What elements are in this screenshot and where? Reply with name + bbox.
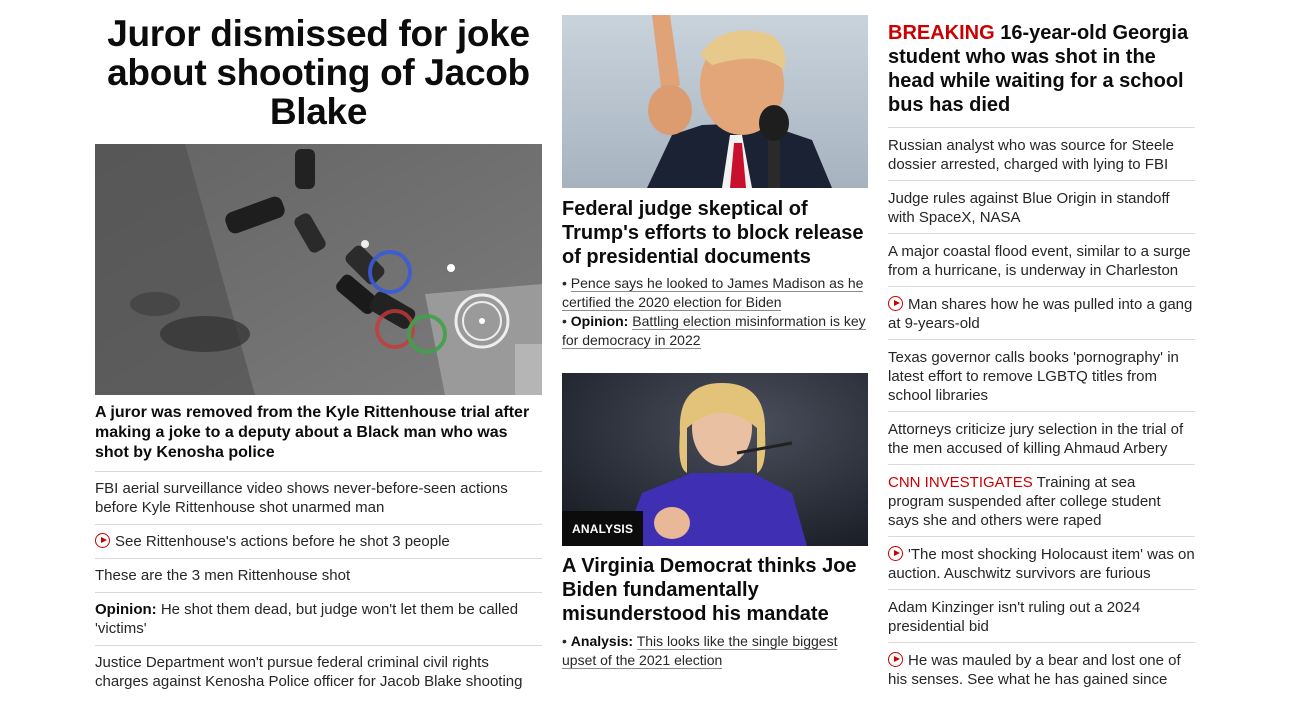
link-text[interactable]: These are the 3 men Rittenhouse shot xyxy=(95,567,350,584)
link-text[interactable]: Texas governor calls books 'pornography'… xyxy=(888,349,1179,404)
link-text[interactable]: Attorneys criticize jury selection in th… xyxy=(888,421,1183,457)
breaking-news-headline[interactable]: BREAKING 16-year-old Georgia student who… xyxy=(888,21,1195,128)
opinion-label: Opinion: xyxy=(570,313,629,329)
analysis-badge: ANALYSIS xyxy=(562,511,644,546)
play-circle-icon xyxy=(888,652,903,667)
link-text[interactable]: He shot them dead, but judge won't let t… xyxy=(95,601,518,637)
bullet-link[interactable]: • Opinion: Battling election misinformat… xyxy=(562,312,868,350)
bullet-text[interactable]: Pence says he looked to James Madison as… xyxy=(562,275,864,311)
list-item[interactable]: Opinion: He shot them dead, but judge wo… xyxy=(95,593,542,646)
bullet-link[interactable]: • Pence says he looked to James Madison … xyxy=(562,274,868,312)
lead-headline[interactable]: Juror dismissed for joke about shooting … xyxy=(95,14,542,131)
link-text[interactable]: Judge rules against Blue Origin in stand… xyxy=(888,190,1170,226)
headlines-column: BREAKING 16-year-old Georgia student who… xyxy=(888,0,1195,695)
opinion-label: Opinion: xyxy=(95,601,157,618)
play-circle-icon xyxy=(888,296,903,311)
trump-story-headline[interactable]: Federal judge skeptical of Trump's effor… xyxy=(562,197,868,269)
bullet-link[interactable]: • Analysis: This looks like the single b… xyxy=(562,632,868,670)
list-item[interactable]: These are the 3 men Rittenhouse shot xyxy=(95,559,542,593)
lead-subheadline[interactable]: A juror was removed from the Kyle Ritten… xyxy=(95,403,542,472)
middle-column: Federal judge skeptical of Trump's effor… xyxy=(562,0,868,670)
link-text[interactable]: 'The most shocking Holocaust item' was o… xyxy=(888,546,1195,582)
link-text[interactable]: FBI aerial surveillance video shows neve… xyxy=(95,480,508,516)
list-item[interactable]: FBI aerial surveillance video shows neve… xyxy=(95,472,542,525)
list-item[interactable]: Attorneys criticize jury selection in th… xyxy=(888,412,1195,465)
list-item[interactable]: CNN INVESTIGATES Training at sea program… xyxy=(888,465,1195,537)
link-text[interactable]: Justice Department won't pursue federal … xyxy=(95,654,523,690)
play-circle-icon xyxy=(888,546,903,561)
list-item[interactable]: He was mauled by a bear and lost one of … xyxy=(888,643,1195,695)
list-item[interactable]: Russian analyst who was source for Steel… xyxy=(888,128,1195,181)
list-item[interactable]: Justice Department won't pursue federal … xyxy=(95,646,542,698)
trump-photo[interactable] xyxy=(562,15,868,188)
link-text[interactable]: Man shares how he was pulled into a gang… xyxy=(888,296,1192,332)
link-text[interactable]: See Rittenhouse's actions before he shot… xyxy=(115,533,450,550)
link-text[interactable]: Russian analyst who was source for Steel… xyxy=(888,137,1174,173)
breaking-label: BREAKING xyxy=(888,22,995,44)
virginia-story-bullets: • Analysis: This looks like the single b… xyxy=(562,632,868,670)
virginia-democrat-photo[interactable]: ANALYSIS xyxy=(562,373,868,546)
virginia-story-headline[interactable]: A Virginia Democrat thinks Joe Biden fun… xyxy=(562,554,868,626)
list-item[interactable]: Man shares how he was pulled into a gang… xyxy=(888,287,1195,340)
list-item[interactable]: Adam Kinzinger isn't ruling out a 2024 p… xyxy=(888,590,1195,643)
aerial-surveillance-image[interactable] xyxy=(95,144,542,395)
play-circle-icon xyxy=(95,533,110,548)
headline-list: Russian analyst who was source for Steel… xyxy=(888,128,1195,695)
list-item[interactable]: 'The most shocking Holocaust item' was o… xyxy=(888,537,1195,590)
cnn-investigates-label: CNN INVESTIGATES xyxy=(888,474,1033,491)
related-links-list: FBI aerial surveillance video shows neve… xyxy=(95,472,542,698)
list-item[interactable]: Judge rules against Blue Origin in stand… xyxy=(888,181,1195,234)
link-text[interactable]: He was mauled by a bear and lost one of … xyxy=(888,652,1181,688)
list-item[interactable]: Texas governor calls books 'pornography'… xyxy=(888,340,1195,412)
list-item[interactable]: A major coastal flood event, similar to … xyxy=(888,234,1195,287)
link-text[interactable]: Adam Kinzinger isn't ruling out a 2024 p… xyxy=(888,599,1140,635)
analysis-label: Analysis: xyxy=(570,633,634,649)
list-item[interactable]: See Rittenhouse's actions before he shot… xyxy=(95,525,542,559)
lead-story-column: Juror dismissed for joke about shooting … xyxy=(95,0,542,698)
link-text[interactable]: A major coastal flood event, similar to … xyxy=(888,243,1191,279)
trump-story-bullets: • Pence says he looked to James Madison … xyxy=(562,274,868,350)
